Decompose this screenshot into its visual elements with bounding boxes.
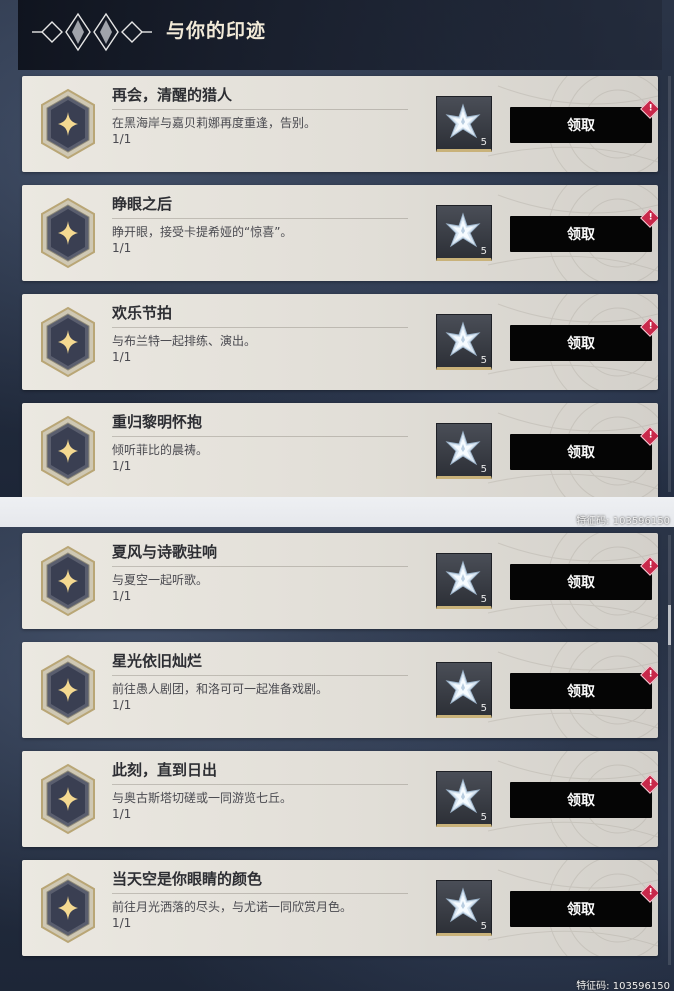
task-title: 星光依旧灿烂 — [112, 652, 203, 670]
panel-header: 与你的印迹 — [18, 0, 662, 70]
claim-label: 领取 — [567, 336, 595, 352]
task-description: 前往月光洒落的尽头，与尤诺一同欣赏月色。 — [112, 900, 353, 914]
claim-label: 领取 — [567, 902, 595, 918]
task-progress: 1/1 — [112, 241, 132, 255]
reward-item[interactable]: 5 — [436, 662, 492, 718]
claim-label: 领取 — [567, 227, 595, 243]
task-progress: 1/1 — [112, 807, 132, 821]
scrollbar-track-top[interactable] — [668, 76, 671, 492]
task-card: 夏风与诗歌驻响与夏空一起听歌。 1/1 5 领取! — [22, 533, 658, 629]
title-divider — [112, 109, 408, 110]
scrollbar-thumb[interactable] — [668, 605, 671, 645]
task-description: 在黑海岸与嘉贝莉娜再度重逢，告别。 — [112, 116, 317, 130]
task-title: 重归黎明怀抱 — [112, 413, 203, 431]
task-title: 睁眼之后 — [112, 195, 173, 213]
task-card: 再会，清醒的猎人在黑海岸与嘉贝莉娜再度重逢，告别。 1/1 5 领取! — [22, 76, 658, 172]
task-card: 此刻，直到日出与奥古斯塔切磋或一同游览七丘。 1/1 5 领取! — [22, 751, 658, 847]
screenshot-seam: 特征码: 103596150 — [0, 497, 674, 527]
achievement-panel-top: 与你的印迹 再会，清醒的猎人 在黑海岸与嘉贝莉娜再度重逢，告别。 1/1 5 领取! 睁眼… — [0, 0, 674, 497]
title-divider — [112, 436, 408, 437]
task-card: 欢乐节拍与布兰特一起排练、演出。 1/1 5 领取! — [22, 294, 658, 390]
reward-count: 5 — [480, 137, 487, 148]
task-title: 此刻，直到日出 — [112, 761, 218, 779]
title-divider — [112, 566, 408, 567]
reward-count: 5 — [480, 355, 487, 366]
task-progress: 1/1 — [112, 350, 132, 364]
hexagon-star-badge-icon — [38, 761, 98, 837]
claim-button[interactable]: 领取! — [510, 774, 658, 818]
crystal-star-icon — [445, 560, 481, 598]
claim-button[interactable]: 领取! — [510, 99, 658, 143]
reward-item[interactable]: 5 — [436, 423, 492, 479]
hexagon-star-badge-icon — [38, 304, 98, 380]
scrollbar-track-bottom[interactable] — [668, 535, 671, 965]
claim-label: 领取 — [567, 684, 595, 700]
reward-item[interactable]: 5 — [436, 880, 492, 936]
crystal-star-icon — [445, 430, 481, 468]
reward-count: 5 — [480, 594, 487, 605]
reward-item[interactable]: 5 — [436, 205, 492, 261]
crystal-star-icon — [445, 778, 481, 816]
task-title: 当天空是你眼睛的颜色 — [112, 870, 263, 888]
hexagon-star-badge-icon — [38, 870, 98, 946]
task-progress: 1/1 — [112, 916, 132, 930]
reward-item[interactable]: 5 — [436, 96, 492, 152]
claim-label: 领取 — [567, 445, 595, 461]
reward-item[interactable]: 5 — [436, 771, 492, 827]
claim-button[interactable]: 领取! — [510, 883, 658, 927]
crystal-star-icon — [445, 669, 481, 707]
title-divider — [112, 675, 408, 676]
task-description: 与布兰特一起排练、演出。 — [112, 334, 257, 348]
task-progress: 1/1 — [112, 698, 132, 712]
task-title: 再会，清醒的猎人 — [112, 86, 233, 104]
claim-button[interactable]: 领取! — [510, 426, 658, 470]
hexagon-star-badge-icon — [38, 86, 98, 162]
hexagon-star-badge-icon — [38, 543, 98, 619]
crystal-star-icon — [445, 887, 481, 925]
page-title: 与你的印迹 — [166, 20, 267, 42]
task-title: 欢乐节拍 — [112, 304, 173, 322]
reward-item[interactable]: 5 — [436, 553, 492, 609]
task-progress: 1/1 — [112, 589, 132, 603]
hexagon-star-badge-icon — [38, 652, 98, 728]
task-description: 与奥古斯塔切磋或一同游览七丘。 — [112, 791, 293, 805]
crystal-emblem-icon — [32, 12, 152, 52]
title-divider — [112, 784, 408, 785]
reward-count: 5 — [480, 464, 487, 475]
claim-label: 领取 — [567, 118, 595, 134]
reward-count: 5 — [480, 921, 487, 932]
reward-count: 5 — [480, 246, 487, 257]
claim-button[interactable]: 领取! — [510, 665, 658, 709]
task-title: 夏风与诗歌驻响 — [112, 543, 218, 561]
hexagon-star-badge-icon — [38, 413, 98, 489]
claim-button[interactable]: 领取! — [510, 208, 658, 252]
reward-count: 5 — [480, 703, 487, 714]
crystal-star-icon — [445, 321, 481, 359]
title-divider — [112, 893, 408, 894]
claim-label: 领取 — [567, 793, 595, 809]
claim-button[interactable]: 领取! — [510, 556, 658, 600]
task-card: 重归黎明怀抱倾听菲比的晨祷。 1/1 5 领取! — [22, 403, 658, 497]
claim-label: 领取 — [567, 575, 595, 591]
task-card: 星光依旧灿烂前往愚人剧团，和洛可可一起准备戏剧。 1/1 5 领取! — [22, 642, 658, 738]
watermark-text: 特征码: 103596150 — [576, 516, 670, 527]
task-progress: 1/1 — [112, 132, 132, 146]
task-description: 与夏空一起听歌。 — [112, 573, 209, 587]
reward-count: 5 — [480, 812, 487, 823]
crystal-star-icon — [445, 103, 481, 141]
claim-button[interactable]: 领取! — [510, 317, 658, 361]
task-card: 睁眼之后睁开眼，接受卡提希娅的“惊喜”。 1/1 5 领取! — [22, 185, 658, 281]
title-divider — [112, 327, 408, 328]
task-description: 前往愚人剧团，和洛可可一起准备戏剧。 — [112, 682, 329, 696]
hexagon-star-badge-icon — [38, 195, 98, 271]
task-description: 睁开眼，接受卡提希娅的“惊喜”。 — [112, 225, 293, 239]
achievement-panel-bottom: 夏风与诗歌驻响 与夏空一起听歌。 1/1 5 领取! 星光依旧灿烂 前往愚人剧团，和洛可可一… — [0, 527, 674, 991]
task-card: 当天空是你眼睛的颜色前往月光洒落的尽头，与尤诺一同欣赏月色。 1/1 5 领取! — [22, 860, 658, 956]
task-description: 倾听菲比的晨祷。 — [112, 443, 209, 457]
task-progress: 1/1 — [112, 459, 132, 473]
crystal-star-icon — [445, 212, 481, 250]
watermark-text-bottom: 特征码: 103596150 — [576, 981, 670, 991]
reward-item[interactable]: 5 — [436, 314, 492, 370]
title-divider — [112, 218, 408, 219]
